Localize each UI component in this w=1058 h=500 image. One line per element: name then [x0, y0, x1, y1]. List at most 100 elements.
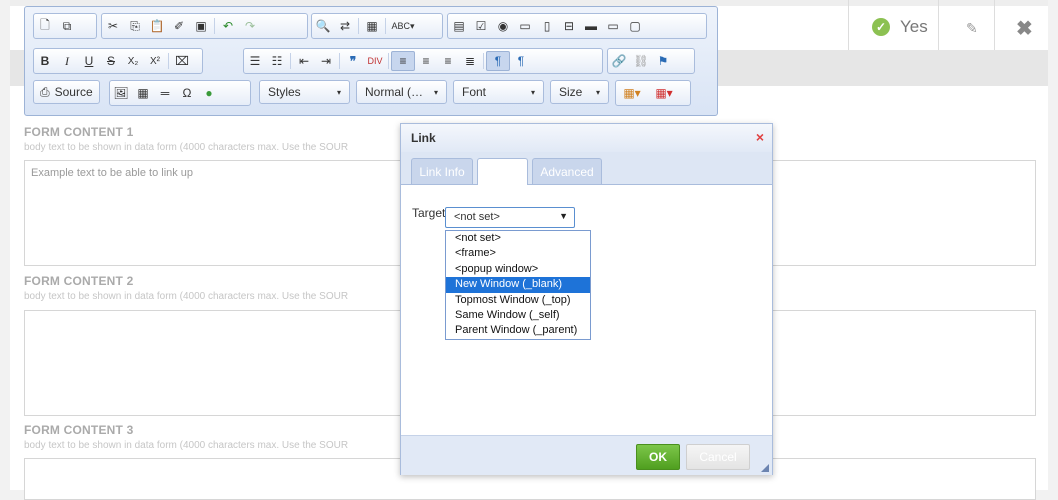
radio-icon[interactable]: ◉	[492, 16, 514, 36]
clipboard-group: ✂ ⎘ 📋 ✐ ▣ ↶ ↷	[101, 13, 308, 39]
templates-icon[interactable]: ⧉	[56, 16, 78, 36]
form-content-1-section: FORM CONTENT 1 body text to be shown in …	[24, 125, 348, 153]
select-field-icon[interactable]: ⊟	[558, 16, 580, 36]
dropdown-option[interactable]: <frame>	[446, 246, 590, 261]
special-char-icon[interactable]: Ω	[176, 83, 198, 103]
styles-select[interactable]: Styles ▾	[259, 80, 350, 104]
outdent-icon[interactable]: ⇤	[293, 51, 315, 71]
target-dropdown: <not set> <frame> <popup window> New Win…	[445, 230, 591, 340]
remove-format-icon[interactable]: ⌧	[171, 51, 193, 71]
section-help: body text to be shown in data form (4000…	[24, 440, 349, 451]
cut-icon[interactable]: ✂	[102, 16, 124, 36]
section-title: FORM CONTENT 3	[24, 423, 134, 437]
chevron-down-icon: ▾	[336, 87, 341, 97]
div-container-icon[interactable]: DIV	[364, 51, 386, 71]
delete-x-icon[interactable]: ✖	[1016, 16, 1033, 41]
target-select-value: <not set>	[454, 211, 500, 223]
source-button[interactable]: ⎙ Source	[33, 80, 100, 104]
anchor-flag-icon[interactable]: ⚑	[652, 51, 674, 71]
source-label: Source	[54, 85, 93, 99]
align-right-icon[interactable]: ≡	[437, 51, 459, 71]
unlink-icon[interactable]: ⛓	[630, 51, 652, 71]
link-icon[interactable]: 🔗	[608, 51, 630, 71]
dropdown-option[interactable]: Same Window (_self)	[446, 308, 590, 323]
hidden-field-icon[interactable]: ▢	[624, 16, 646, 36]
spellcheck-icon[interactable]: ABC▾	[388, 16, 418, 36]
find-group: 🔍 ⇄ ▦ ABC▾	[311, 13, 443, 39]
size-label: Size	[559, 85, 583, 99]
table-icon[interactable]: ▦	[132, 83, 154, 103]
close-icon[interactable]: ×	[756, 129, 764, 145]
edit-pencil-icon[interactable]: ✎	[966, 20, 978, 37]
blockquote-icon[interactable]: ❞	[342, 51, 364, 71]
tab-advanced[interactable]: Advanced	[532, 158, 602, 184]
iframe-icon[interactable]: ●	[198, 83, 220, 103]
image-icon[interactable]: 🖼	[110, 83, 132, 103]
superscript-button[interactable]: X²	[144, 51, 166, 71]
editor-toolbar: 🗋 ⧉ ✂ ⎘ 📋 ✐ ▣ ↶ ↷ 🔍 ⇄ ▦ ABC▾ ▤ ☑ ◉ ▭ ▯ ⊟…	[24, 6, 718, 116]
status-label: Yes	[900, 17, 928, 36]
chevron-down-icon: ▾	[530, 87, 535, 97]
undo-icon[interactable]: ↶	[217, 16, 239, 36]
dropdown-option[interactable]: <not set>	[446, 231, 590, 246]
target-label: Target	[412, 206, 446, 220]
button-icon[interactable]: ▬	[580, 16, 602, 36]
insert-group: 🖼 ▦ ═ Ω ●	[109, 80, 251, 106]
replace-icon[interactable]: ⇄	[334, 16, 356, 36]
ltr-icon[interactable]: ¶	[486, 51, 510, 71]
indent-icon[interactable]: ⇥	[315, 51, 337, 71]
tab-link-info[interactable]: Link Info	[411, 158, 473, 184]
form-content-2-section: FORM CONTENT 2 body text to be shown in …	[24, 274, 348, 302]
section-help: body text to be shown in data form (4000…	[24, 142, 349, 153]
horizontal-rule-icon[interactable]: ═	[154, 83, 176, 103]
tab-target[interactable]	[477, 158, 528, 185]
subscript-button[interactable]: X₂	[122, 51, 144, 71]
form-icon[interactable]: ▤	[448, 16, 470, 36]
paste-word-icon[interactable]: ▣	[190, 16, 212, 36]
font-select[interactable]: Font ▾	[453, 80, 544, 104]
image-button-icon[interactable]: ▭	[602, 16, 624, 36]
colors-group: ▦▾ ▦▾	[615, 80, 691, 106]
copy-icon[interactable]: ⎘	[124, 16, 146, 36]
dropdown-option-highlighted[interactable]: New Window (_blank)	[446, 277, 590, 293]
italic-button[interactable]: I	[56, 51, 78, 71]
align-center-icon[interactable]: ≡	[415, 51, 437, 71]
document-group: 🗋 ⧉	[33, 13, 97, 39]
numbered-list-icon[interactable]: ☰	[244, 51, 266, 71]
text-color-icon[interactable]: ▦▾	[616, 83, 648, 103]
size-select[interactable]: Size ▾	[550, 80, 609, 104]
textarea-icon[interactable]: ▯	[536, 16, 558, 36]
strike-button[interactable]: S	[100, 51, 122, 71]
section-title: FORM CONTENT 1	[24, 125, 134, 139]
dialog-header: Link ×	[401, 124, 772, 153]
section-title: FORM CONTENT 2	[24, 274, 134, 288]
dropdown-option[interactable]: <popup window>	[446, 262, 590, 277]
underline-button[interactable]: U	[78, 51, 100, 71]
align-justify-icon[interactable]: ≣	[459, 51, 481, 71]
bulleted-list-icon[interactable]: ☷	[266, 51, 288, 71]
bold-button[interactable]: B	[34, 51, 56, 71]
dialog-tabs: Link Info Advanced	[401, 152, 772, 185]
dialog-footer: OK Cancel	[401, 435, 772, 475]
rtl-icon[interactable]: ¶	[510, 51, 532, 71]
redo-icon[interactable]: ↷	[239, 16, 261, 36]
ok-button[interactable]: OK	[636, 444, 680, 470]
new-page-icon[interactable]: 🗋	[34, 16, 56, 36]
paste-icon[interactable]: 📋	[146, 16, 168, 36]
link-dialog: Link × Link Info Advanced Target <not se…	[400, 123, 773, 475]
dropdown-option[interactable]: Topmost Window (_top)	[446, 293, 590, 308]
textfield-icon[interactable]: ▭	[514, 16, 536, 36]
resize-handle-icon[interactable]	[761, 464, 769, 472]
checkbox-icon[interactable]: ☑	[470, 16, 492, 36]
format-select[interactable]: Normal (… ▾	[356, 80, 447, 104]
styles-label: Styles	[268, 85, 301, 99]
select-all-icon[interactable]: ▦	[361, 16, 383, 36]
bg-color-icon[interactable]: ▦▾	[648, 83, 680, 103]
find-icon[interactable]: 🔍	[312, 16, 334, 36]
section-help: body text to be shown in data form (4000…	[24, 291, 349, 302]
cancel-button[interactable]: Cancel	[686, 444, 750, 470]
target-select[interactable]: <not set> ▼	[445, 207, 575, 228]
align-left-icon[interactable]: ≡	[391, 51, 415, 71]
paste-text-icon[interactable]: ✐	[168, 16, 190, 36]
dropdown-option[interactable]: Parent Window (_parent)	[446, 323, 590, 338]
